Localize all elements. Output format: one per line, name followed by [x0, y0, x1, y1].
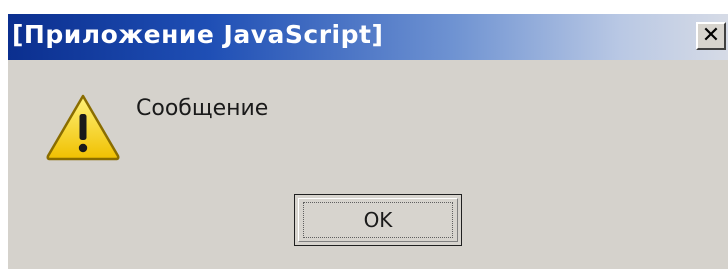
window-title: [Приложение JavaScript] — [12, 20, 384, 49]
close-icon: ✕ — [701, 23, 721, 48]
page: [Приложение JavaScript] ✕ Сообщение OK — [0, 0, 728, 269]
title-bar[interactable]: [Приложение JavaScript] ✕ — [8, 14, 728, 60]
alert-dialog: [Приложение JavaScript] ✕ Сообщение OK — [8, 14, 728, 269]
ok-button-label: OK — [363, 208, 393, 232]
message-text: Сообщение — [136, 96, 269, 121]
close-button[interactable]: ✕ — [696, 22, 726, 50]
ok-button[interactable]: OK — [294, 194, 462, 246]
warning-icon — [46, 94, 120, 161]
